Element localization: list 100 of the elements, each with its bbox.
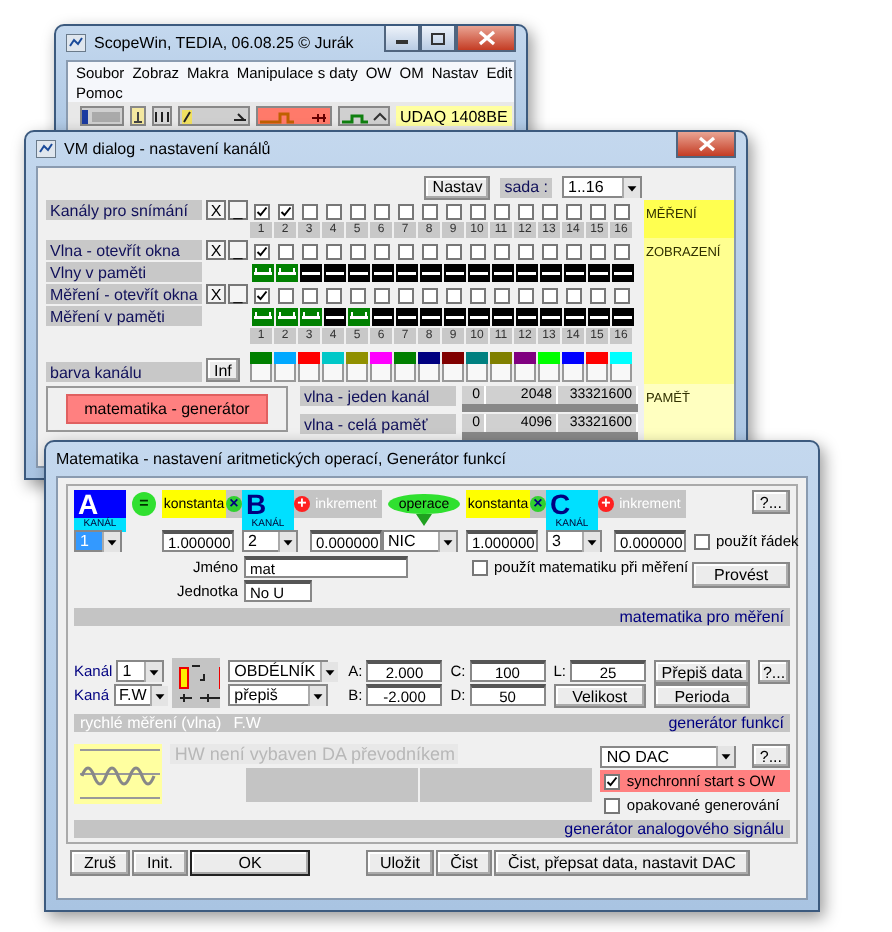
checkbox[interactable] — [278, 288, 294, 304]
checkbox[interactable] — [350, 244, 366, 260]
checkbox[interactable] — [614, 204, 630, 220]
math-generator-button[interactable]: matematika - generátor — [66, 394, 268, 424]
checkbox[interactable] — [542, 288, 558, 304]
dropdown[interactable]: NIC — [382, 530, 458, 552]
dropdown[interactable]: NO DAC — [600, 745, 737, 767]
checkbox[interactable] — [398, 204, 414, 220]
color-swatch[interactable] — [274, 352, 296, 364]
run-button[interactable]: Provést — [692, 562, 790, 588]
checkbox[interactable] — [604, 773, 621, 789]
color-swatch[interactable] — [418, 352, 440, 364]
dropdown[interactable]: F.W — [113, 684, 162, 706]
dropdown[interactable]: přepiš — [228, 684, 329, 706]
info-button[interactable]: Inf — [206, 358, 240, 382]
color-swatch[interactable] — [250, 352, 272, 364]
checkbox[interactable] — [326, 244, 342, 260]
checkbox[interactable] — [542, 204, 558, 220]
checkbox[interactable] — [302, 244, 318, 260]
help-button[interactable]: ?... — [751, 744, 790, 768]
tool-button[interactable] — [338, 106, 390, 126]
color-swatch[interactable] — [394, 352, 416, 364]
color-swatch[interactable] — [538, 352, 560, 364]
footer-button[interactable]: Init. — [132, 850, 188, 876]
checkbox[interactable] — [518, 288, 534, 304]
dropdown[interactable]: 2 — [242, 530, 298, 552]
dropdown[interactable]: 1..16 — [562, 176, 642, 198]
tool-button[interactable] — [130, 106, 146, 126]
checkbox[interactable] — [254, 204, 270, 220]
checkbox[interactable] — [446, 204, 462, 220]
checkbox[interactable] — [566, 204, 582, 220]
color-swatch[interactable] — [298, 352, 320, 364]
checkbox[interactable] — [604, 797, 621, 813]
checkbox[interactable] — [350, 288, 366, 304]
checkbox[interactable] — [422, 244, 438, 260]
minimize-button[interactable] — [384, 26, 420, 52]
maximize-button[interactable] — [420, 26, 456, 52]
checkbox[interactable] — [590, 288, 606, 304]
dropdown[interactable]: 1 — [116, 660, 165, 682]
color-swatch[interactable] — [370, 352, 392, 364]
color-swatch[interactable] — [346, 352, 368, 364]
checkbox[interactable] — [446, 288, 462, 304]
row-button[interactable]: _ — [228, 240, 248, 260]
checkbox[interactable] — [470, 244, 486, 260]
color-swatch[interactable] — [586, 352, 608, 364]
checkbox[interactable] — [470, 288, 486, 304]
footer-button[interactable]: Čist — [436, 850, 493, 876]
checkbox[interactable] — [494, 288, 510, 304]
checkbox[interactable] — [278, 204, 294, 220]
close-button[interactable] — [676, 132, 736, 158]
row-button[interactable]: X — [206, 284, 226, 304]
color-swatch[interactable] — [466, 352, 488, 364]
checkbox[interactable] — [566, 244, 582, 260]
color-swatch[interactable] — [322, 352, 344, 364]
checkbox[interactable] — [494, 204, 510, 220]
generator-button[interactable]: Velikost — [553, 684, 646, 708]
checkbox[interactable] — [374, 244, 390, 260]
checkbox[interactable] — [470, 204, 486, 220]
checkbox[interactable] — [422, 288, 438, 304]
checkbox[interactable] — [494, 244, 510, 260]
checkbox[interactable] — [350, 204, 366, 220]
footer-button[interactable]: Čist, přepsat data, nastavit DAC — [494, 850, 750, 876]
checkbox[interactable] — [374, 204, 390, 220]
checkbox[interactable] — [374, 288, 390, 304]
generator-button[interactable]: ?... — [758, 660, 790, 684]
row-button[interactable]: _ — [228, 284, 248, 304]
tool-button[interactable] — [80, 106, 124, 126]
color-swatch[interactable] — [490, 352, 512, 364]
color-swatch[interactable] — [514, 352, 536, 364]
checkbox[interactable] — [614, 288, 630, 304]
color-swatch[interactable] — [442, 352, 464, 364]
checkbox[interactable] — [326, 288, 342, 304]
checkbox[interactable] — [518, 244, 534, 260]
checkbox[interactable] — [518, 204, 534, 220]
checkbox[interactable] — [398, 244, 414, 260]
checkbox[interactable] — [542, 244, 558, 260]
checkbox[interactable] — [566, 288, 582, 304]
footer-button[interactable]: Uložit — [366, 850, 435, 876]
checkbox[interactable] — [326, 204, 342, 220]
tool-button[interactable] — [256, 106, 332, 126]
row-button[interactable]: _ — [228, 200, 248, 220]
checkbox[interactable] — [614, 244, 630, 260]
generator-button[interactable]: Perioda — [654, 684, 750, 708]
checkbox[interactable] — [398, 288, 414, 304]
close-button[interactable] — [456, 26, 516, 52]
generator-button[interactable]: Přepiš data — [654, 660, 750, 684]
tool-button[interactable] — [178, 106, 250, 126]
tool-button[interactable] — [152, 106, 172, 126]
row-button[interactable]: X — [206, 240, 226, 260]
checkbox[interactable] — [590, 244, 606, 260]
color-swatch[interactable] — [610, 352, 632, 364]
checkbox[interactable] — [422, 204, 438, 220]
help-button[interactable]: ?... — [751, 490, 790, 514]
checkbox[interactable] — [590, 204, 606, 220]
checkbox[interactable] — [254, 288, 270, 304]
color-swatch[interactable] — [562, 352, 584, 364]
checkbox[interactable] — [302, 288, 318, 304]
checkbox[interactable] — [278, 244, 294, 260]
dropdown[interactable]: 3 — [546, 530, 602, 552]
nastav-button[interactable]: Nastav — [424, 175, 491, 199]
